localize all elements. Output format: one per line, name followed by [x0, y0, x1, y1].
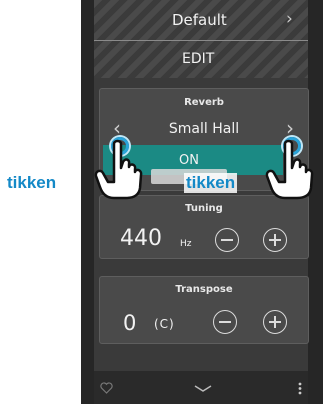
reverb-value: Small Hall [168, 121, 240, 137]
chevron-right-icon[interactable]: › [286, 9, 293, 29]
plus-icon[interactable] [263, 310, 287, 334]
edit-button[interactable]: EDIT [182, 51, 214, 67]
heart-icon[interactable] [100, 382, 113, 394]
hand-pointer-icon [265, 139, 314, 200]
tuning-unit: Hz [180, 239, 192, 249]
tuning-value: 440 [120, 226, 162, 251]
tuning-title: Tuning [185, 203, 223, 214]
plus-icon[interactable] [263, 228, 287, 252]
minus-icon[interactable] [215, 228, 239, 252]
reverb-title: Reverb [184, 97, 224, 108]
more-vertical-icon[interactable] [298, 382, 302, 395]
annotation-tap-right: tikken [184, 173, 238, 193]
divider [94, 40, 308, 41]
minus-icon[interactable] [213, 310, 237, 334]
tuning-panel: Tuning 440 Hz [99, 195, 309, 259]
transpose-title: Transpose [175, 284, 233, 295]
reverb-state: ON [179, 153, 199, 168]
transpose-panel: Transpose 0 (C) [99, 276, 309, 344]
bottom-bar [94, 371, 308, 404]
chevron-down-icon[interactable] [194, 385, 212, 393]
transpose-value: 0 [123, 311, 137, 335]
annotation-tap-left: tikken [7, 173, 57, 192]
transpose-key: (C) [154, 317, 175, 331]
sound-name[interactable]: Default [172, 11, 227, 29]
hand-pointer-icon [94, 139, 143, 200]
